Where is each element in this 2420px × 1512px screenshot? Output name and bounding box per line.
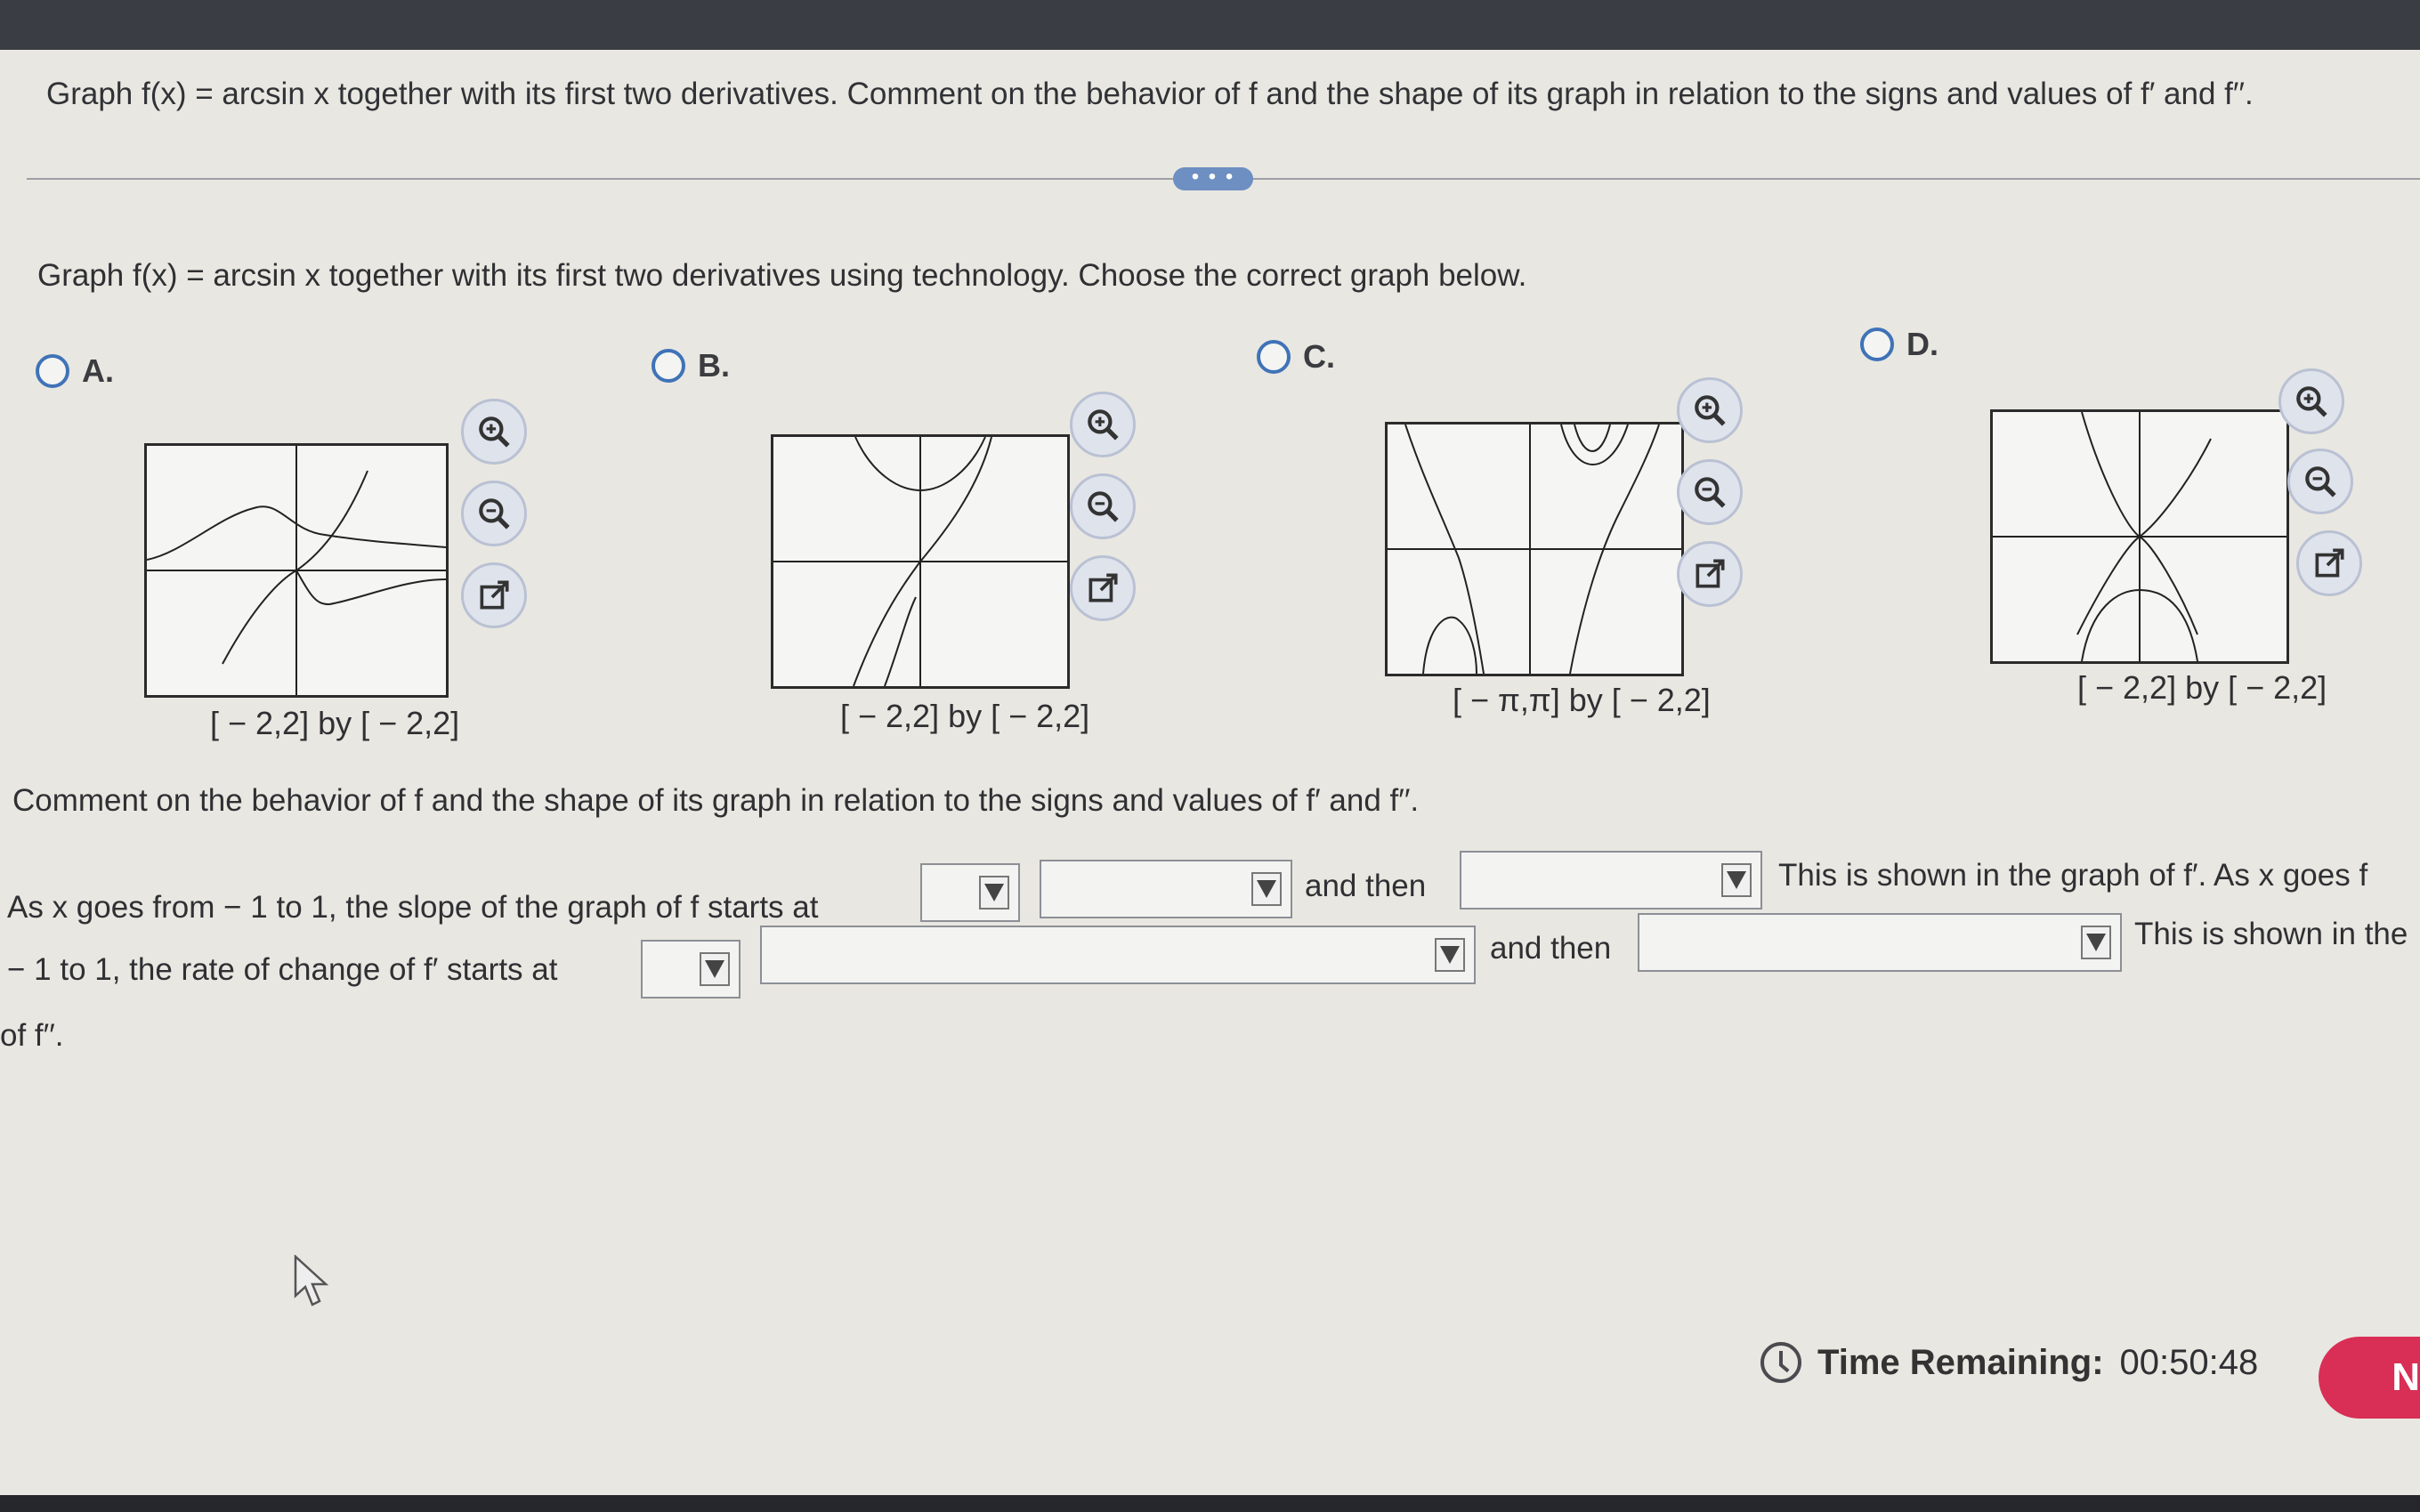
- zoom-out-icon[interactable]: [461, 481, 527, 546]
- zoom-in-icon[interactable]: [1677, 377, 1743, 443]
- zoom-in-icon[interactable]: [461, 399, 527, 465]
- dropdown-rate-start[interactable]: [760, 926, 1476, 984]
- dropdown-arrow-icon: [700, 952, 730, 986]
- dropdown-arrow-icon: [2081, 926, 2111, 959]
- window-option-c: [ − π,π] by [ − 2,2]: [1453, 682, 1711, 718]
- graph-option-b: [771, 434, 1070, 689]
- zoom-in-icon[interactable]: [1070, 392, 1136, 457]
- option-c-label: C.: [1303, 338, 1335, 375]
- dropdown-slope-then[interactable]: [1460, 851, 1762, 910]
- dropdown-arrow-icon: [979, 876, 1009, 910]
- timer-value: 00:50:48: [2119, 1342, 2259, 1382]
- question-text: Graph f(x) = arcsin x together with its …: [46, 77, 2254, 111]
- option-b-label: B.: [698, 347, 730, 384]
- window-option-a: [ − 2,2] by [ − 2,2]: [210, 705, 460, 741]
- graph-option-a: [144, 443, 449, 698]
- graph-option-d: [1990, 409, 2289, 664]
- next-button[interactable]: N: [2319, 1337, 2420, 1419]
- dropdown-rate-then[interactable]: [1638, 913, 2122, 972]
- line2-start-text: − 1 to 1, the rate of change of f′ start…: [7, 952, 558, 987]
- line1-start-text: As x goes from − 1 to 1, the slope of th…: [7, 890, 819, 925]
- dropdown-arrow-icon: [1721, 863, 1752, 897]
- line1-mid-text: and then: [1305, 869, 1427, 903]
- option-c[interactable]: C.: [1257, 338, 1335, 376]
- graph-option-c: [1385, 422, 1684, 676]
- line3-text: of f′′.: [0, 1018, 64, 1053]
- option-b[interactable]: B.: [652, 347, 730, 384]
- part1-prompt: Graph f(x) = arcsin x together with its …: [37, 258, 1527, 293]
- radio-option-c[interactable]: [1257, 340, 1291, 374]
- divider-handle[interactable]: • • •: [1173, 166, 1253, 190]
- radio-option-d[interactable]: [1860, 327, 1894, 361]
- radio-option-a[interactable]: [36, 354, 69, 388]
- option-d[interactable]: D.: [1860, 326, 1938, 363]
- dropdown-rate-sign[interactable]: [641, 940, 741, 999]
- dropdown-slope-sign[interactable]: [920, 863, 1020, 922]
- zoom-out-icon[interactable]: [2287, 449, 2353, 514]
- bottom-bar: [0, 1495, 2420, 1512]
- clock-icon: [1760, 1342, 1801, 1383]
- zoom-out-icon[interactable]: [1677, 459, 1743, 525]
- option-a-label: A.: [82, 352, 114, 389]
- external-link-icon[interactable]: [1070, 555, 1136, 621]
- mouse-cursor-icon: [294, 1254, 333, 1313]
- option-a[interactable]: A.: [36, 352, 114, 390]
- external-link-icon[interactable]: [461, 562, 527, 628]
- zoom-in-icon[interactable]: [2278, 368, 2344, 434]
- top-bar: [0, 0, 2420, 50]
- dropdown-arrow-icon: [1251, 872, 1282, 906]
- radio-option-b[interactable]: [652, 349, 685, 383]
- timer-label: Time Remaining:: [1817, 1342, 2104, 1382]
- dropdown-slope-start[interactable]: [1040, 860, 1292, 918]
- line1-end-text: This is shown in the graph of f′. As x g…: [1778, 858, 2368, 893]
- option-d-label: D.: [1906, 326, 1938, 362]
- window-option-d: [ − 2,2] by [ − 2,2]: [2077, 669, 2327, 706]
- window-option-b: [ − 2,2] by [ − 2,2]: [840, 698, 1090, 734]
- zoom-out-icon[interactable]: [1070, 473, 1136, 539]
- external-link-icon[interactable]: [1677, 541, 1743, 607]
- line2-mid-text: and then: [1490, 931, 1612, 966]
- dropdown-arrow-icon: [1435, 938, 1465, 972]
- line2-end-text: This is shown in the: [2134, 917, 2408, 951]
- timer: Time Remaining: 00:50:48: [1760, 1342, 2258, 1383]
- part2-prompt: Comment on the behavior of f and the sha…: [12, 783, 1420, 818]
- external-link-icon[interactable]: [2296, 530, 2362, 596]
